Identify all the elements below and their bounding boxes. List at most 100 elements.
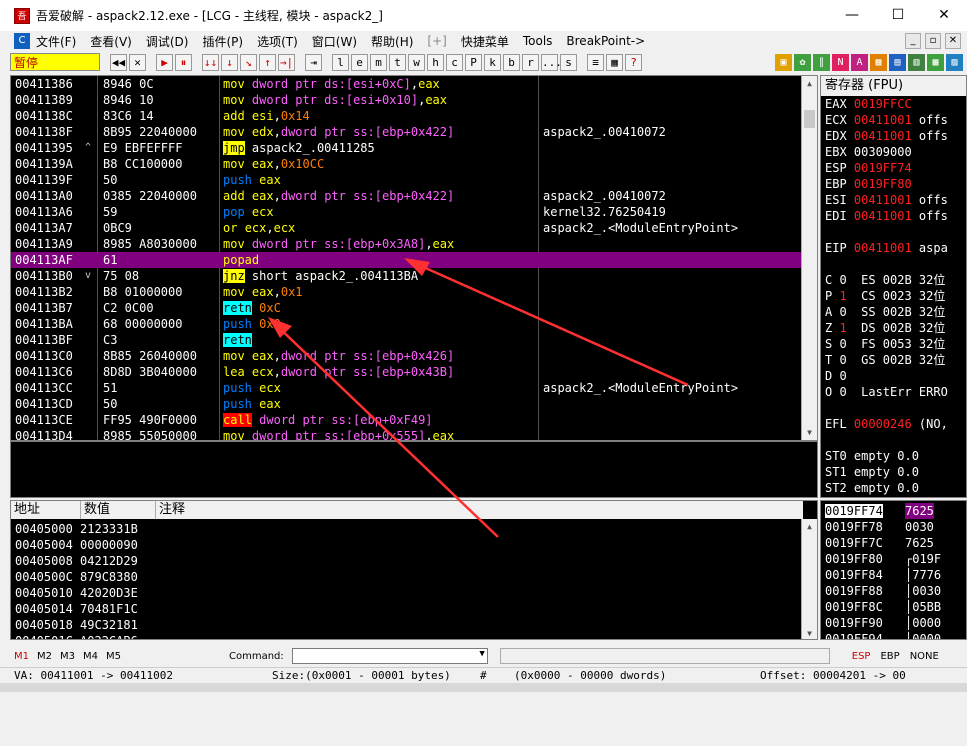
stack-row[interactable]: 0019FF78 0030	[825, 519, 965, 535]
register-row[interactable]: Z 1 DS 002B 32位	[825, 320, 945, 336]
menu-view[interactable]: 查看(V)	[90, 33, 132, 50]
stack-row[interactable]: 0019FF74 7625	[825, 503, 965, 519]
register-row[interactable]: EDI 00411001 offs	[825, 208, 948, 224]
run-button[interactable]: ▶	[156, 53, 173, 71]
n-icon[interactable]: N	[832, 53, 849, 71]
menu-options[interactable]: 选项(T)	[257, 33, 298, 50]
m2-button[interactable]: M2	[37, 651, 52, 662]
menu-window[interactable]: 窗口(W)	[312, 33, 357, 50]
bars-icon[interactable]: ▤	[889, 53, 906, 71]
m1-button[interactable]: M1	[14, 651, 29, 662]
disasm-row[interactable]: 004113A0 0385 22040000 add eax,dword ptr s…	[11, 188, 801, 204]
disassembly-pane[interactable]: 00411386 8946 0C mov dword ptr ds:[esi+0xC…	[10, 75, 818, 441]
esp-button[interactable]: ESP	[852, 651, 871, 662]
step-into-button[interactable]: ↓↓	[202, 53, 219, 71]
register-row[interactable]: ST0 empty 0.0	[825, 448, 919, 464]
disasm-row[interactable]: 00411395 ^ E9 EBFEFFFF jmp aspack2_.0041128…	[11, 140, 801, 156]
chevron-down-icon[interactable]: ▼	[479, 649, 486, 659]
grid-button[interactable]: ▦	[606, 53, 623, 71]
scroll-up-icon[interactable]: ▲	[802, 76, 817, 91]
register-row[interactable]: T 0 GS 002B 32位	[825, 352, 945, 368]
register-row[interactable]: EBP 0019FF80	[825, 176, 912, 192]
ebp-button[interactable]: EBP	[880, 651, 899, 662]
trace-into-button[interactable]: ↘	[240, 53, 257, 71]
callstack-window-button[interactable]: k	[484, 53, 501, 71]
disasm-row[interactable]: 004113CC 51 push ecx aspack2_.<ModuleEntryP…	[11, 380, 801, 396]
disasm-row[interactable]: 004113C0 8B85 26040000 mov eax,dword ptr s…	[11, 348, 801, 364]
command-input[interactable]: ▼	[291, 648, 488, 664]
scroll-down-icon[interactable]: ▼	[802, 626, 817, 639]
disasm-row[interactable]: 00411389 8946 10 mov dword ptr ds:[esi+0x1…	[11, 92, 801, 108]
minimize-button[interactable]: —	[829, 0, 875, 31]
disasm-row[interactable]: 004113BF C3 retn	[11, 332, 801, 348]
stack-row[interactable]: 0019FF88 │0030	[825, 583, 965, 599]
m3-button[interactable]: M3	[60, 651, 75, 662]
dump-row[interactable]: 00405010 42020D3E	[15, 585, 138, 601]
scroll-down-icon[interactable]: ▼	[802, 425, 817, 440]
register-row[interactable]: ESP 0019FF74	[825, 160, 912, 176]
close-button[interactable]: ✕	[921, 0, 967, 31]
pause-green-icon[interactable]: ∥	[813, 53, 830, 71]
register-row[interactable]: ST2 empty 0.0	[825, 480, 919, 496]
register-row[interactable]: EAX 0019FFCC	[825, 96, 912, 112]
dump-header-address[interactable]: 地址	[11, 501, 81, 519]
stack-row[interactable]: 0019FF94 │0000	[825, 631, 965, 639]
stack-pane[interactable]: 0019FF74 7625 0019FF78 0030 0019FF7C 7625 0019…	[820, 500, 967, 640]
disasm-row[interactable]: 004113B0 v 75 08 jnz short aspack2_.004113B…	[11, 268, 801, 284]
execute-till-return-button[interactable]: →|	[278, 53, 295, 71]
maximize-button[interactable]: ☐	[875, 0, 921, 31]
disasm-row[interactable]: 004113BA 68 00000000 push 0x0	[11, 316, 801, 332]
modules-window-button[interactable]: e	[351, 53, 368, 71]
disasm-row[interactable]: 004113CE FF95 490F0000 call dword ptr ss:[…	[11, 412, 801, 428]
chip2-icon[interactable]: ▩	[927, 53, 944, 71]
pause-button[interactable]: ⏸	[175, 53, 192, 71]
menu-plugins[interactable]: 插件(P)	[202, 33, 243, 50]
run-trace-button[interactable]: ...	[541, 53, 562, 71]
register-row[interactable]: P 1 CS 0023 32位	[825, 288, 945, 304]
trace-over-button[interactable]: ↑	[259, 53, 276, 71]
register-row[interactable]: EDX 00411001 offs	[825, 128, 948, 144]
disasm-row[interactable]: 004113C6 8D8D 3B040000 lea ecx,dword ptr s…	[11, 364, 801, 380]
dump-row[interactable]: 00405000 2123331B	[15, 521, 138, 537]
step-over-button[interactable]: ↓	[221, 53, 238, 71]
child-minimize-button[interactable]: _	[905, 33, 921, 49]
menu-breakpoint[interactable]: BreakPoint->	[566, 34, 645, 48]
menu-debug[interactable]: 调试(D)	[146, 33, 189, 50]
menu-file[interactable]: 文件(F)	[36, 33, 76, 50]
patches-window-button[interactable]: P	[465, 53, 482, 71]
disasm-row[interactable]: 004113B7 C2 0C00 retn 0xC	[11, 300, 801, 316]
m5-button[interactable]: M5	[106, 651, 121, 662]
disasm-row[interactable]: 00411386 8946 0C mov dword ptr ds:[esi+0xC…	[11, 76, 801, 92]
menu-plus[interactable]: [+]	[427, 34, 446, 48]
windows-window-button[interactable]: w	[408, 53, 425, 71]
register-row[interactable]: ESI 00411001 offs	[825, 192, 948, 208]
dump-row[interactable]: 0040500C 879C8380	[15, 569, 138, 585]
register-row[interactable]: O 0 LastErr ERRO	[825, 384, 948, 400]
m4-button[interactable]: M4	[83, 651, 98, 662]
menu-shortcuts[interactable]: 快捷菜单	[461, 33, 509, 50]
bars2-icon[interactable]: ▨	[946, 53, 963, 71]
chip-icon[interactable]: ▦	[870, 53, 887, 71]
gear-icon[interactable]: ✿	[794, 53, 811, 71]
menu-tools[interactable]: Tools	[523, 34, 553, 48]
register-row[interactable]: ST3 empty 0.0	[825, 496, 919, 497]
disasm-row[interactable]: 0041139A B8 CC100000 mov eax,0x10CC	[11, 156, 801, 172]
register-row[interactable]: A 0 SS 002B 32位	[825, 304, 945, 320]
threads-window-button[interactable]: t	[389, 53, 406, 71]
dump-row[interactable]: 00405004 00000090	[15, 537, 138, 553]
a-icon[interactable]: A	[851, 53, 868, 71]
registers-header[interactable]: 寄存器 (FPU)	[821, 76, 966, 96]
register-row[interactable]: ST1 empty 0.0	[825, 464, 919, 480]
rewind-button[interactable]: ◀◀	[110, 53, 127, 71]
disasm-row[interactable]: 004113AF 61 popad	[11, 252, 801, 268]
child-close-button[interactable]: ✕	[945, 33, 961, 49]
source-window-button[interactable]: s	[560, 53, 577, 71]
disasm-row[interactable]: 004113A9 8985 A8030000 mov dword ptr ss:[e…	[11, 236, 801, 252]
stack-row[interactable]: 0019FF7C 7625	[825, 535, 965, 551]
grid-icon[interactable]: ▥	[908, 53, 925, 71]
disasm-row[interactable]: 0041139F 50 push eax	[11, 172, 801, 188]
disasm-row[interactable]: 004113A7 0BC9 or ecx,ecx aspack2_.<ModuleEn…	[11, 220, 801, 236]
child-restore-button[interactable]: ▫	[925, 33, 941, 49]
dump-scrollbar[interactable]: ▲ ▼	[801, 519, 817, 639]
scroll-up-icon[interactable]: ▲	[802, 519, 817, 534]
